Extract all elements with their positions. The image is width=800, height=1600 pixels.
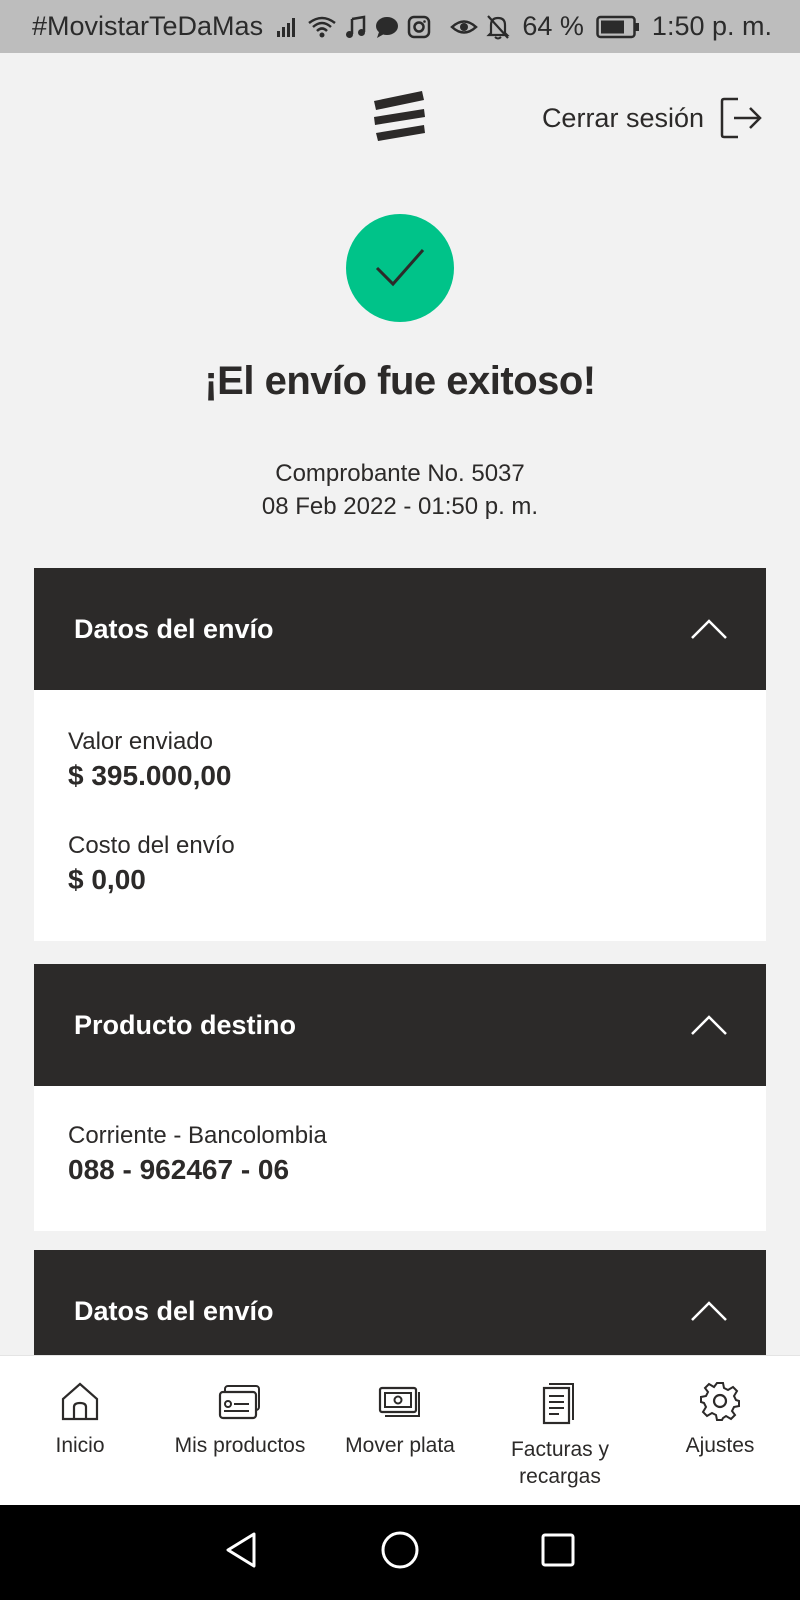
field-label: Costo del envío	[68, 832, 235, 859]
instagram-icon	[407, 15, 431, 38]
battery-icon	[596, 15, 639, 38]
section-body-datos-envio: Valor enviado $ 395.000,00 Costo del env…	[34, 690, 766, 941]
nav-label: Mover plata	[345, 1434, 455, 1457]
nav-item-mis-productos[interactable]: Mis productos	[160, 1356, 320, 1505]
recents-button[interactable]	[540, 1532, 576, 1573]
field-destination-account: Corriente - Bancolombia 088 - 962467 - 0…	[68, 1122, 732, 1186]
receipt-datetime: 08 Feb 2022 - 01:50 p. m.	[261, 493, 539, 520]
chevron-up-icon	[691, 619, 727, 639]
nav-label: Inicio	[55, 1434, 105, 1457]
field-value: $ 395.000,00	[68, 760, 232, 791]
section-body-producto-destino: Corriente - Bancolombia 088 - 962467 - 0…	[34, 1086, 766, 1231]
logout-label: Cerrar sesión	[541, 102, 704, 133]
home-button[interactable]	[380, 1530, 420, 1575]
wifi-icon	[308, 16, 336, 37]
back-triangle-icon	[226, 1532, 256, 1568]
clock: 1:50 p. m.	[651, 11, 772, 41]
field-value: $ 0,00	[68, 864, 146, 895]
back-button[interactable]	[224, 1531, 260, 1574]
section-title: Datos del envío	[74, 1295, 274, 1326]
home-icon	[61, 1382, 99, 1421]
field-valor-enviado: Valor enviado $ 395.000,00	[68, 728, 732, 792]
chevron-up-icon	[691, 1015, 727, 1035]
receipt-number: Comprobante No. 5037	[275, 460, 525, 487]
nav-label: Facturas y recargas	[510, 1438, 610, 1488]
field-costo-envio: Costo del envío $ 0,00	[68, 832, 732, 896]
nav-label: Ajustes	[685, 1434, 755, 1457]
nav-item-ajustes[interactable]: Ajustes	[640, 1356, 800, 1505]
receipt-info: Comprobante No. 5037 08 Feb 2022 - 01:50…	[0, 457, 800, 523]
success-check-badge	[346, 214, 454, 322]
nav-item-facturas-recargas[interactable]: Facturas y recargas	[480, 1356, 640, 1505]
success-title: ¡El envío fue exitoso!	[204, 359, 596, 403]
section-header-datos-envio-2[interactable]: Datos del envío	[34, 1250, 766, 1355]
battery-percent: 64 %	[522, 11, 584, 41]
bank-logo	[374, 91, 425, 141]
money-transfer-icon	[378, 1386, 420, 1417]
nav-item-inicio[interactable]: Inicio	[0, 1356, 160, 1505]
bottom-navigation: Inicio Mis productos Mover plata Factura…	[0, 1355, 800, 1505]
checkmark-icon	[375, 249, 425, 287]
home-circle-icon	[381, 1531, 419, 1569]
recents-square-icon	[541, 1533, 575, 1567]
section-title: Datos del envío	[74, 613, 274, 644]
status-bar: #MovistarTeDaMas 64 % 1:50 p. m.	[0, 0, 800, 53]
nav-item-mover-plata[interactable]: Mover plata	[320, 1356, 480, 1505]
section-header-datos-envio[interactable]: Datos del envío	[34, 568, 766, 690]
nav-label: Mis productos	[174, 1434, 306, 1457]
section-title: Producto destino	[74, 1009, 296, 1040]
logout-button[interactable]: Cerrar sesión	[542, 93, 764, 143]
app-screen: Cerrar sesión ¡El envío fue exitoso! Com…	[0, 53, 800, 1355]
field-label: Valor enviado	[68, 728, 213, 755]
field-label: Corriente - Bancolombia	[68, 1122, 327, 1149]
system-navigation-bar	[0, 1505, 800, 1600]
section-header-producto-destino[interactable]: Producto destino	[34, 964, 766, 1086]
chat-bubble-icon	[376, 16, 399, 38]
logout-icon	[720, 97, 762, 139]
app-header: Cerrar sesión	[0, 53, 800, 183]
carrier-name: #MovistarTeDaMas	[32, 11, 264, 41]
eye-icon	[450, 19, 479, 34]
signal-icon	[277, 17, 296, 37]
field-value: 088 - 962467 - 06	[68, 1154, 290, 1185]
music-icon	[346, 15, 366, 38]
chevron-up-icon	[691, 1301, 727, 1321]
bills-icon	[542, 1383, 574, 1425]
bell-muted-icon	[486, 14, 511, 39]
gear-icon	[700, 1382, 740, 1421]
products-card-icon	[218, 1385, 260, 1420]
